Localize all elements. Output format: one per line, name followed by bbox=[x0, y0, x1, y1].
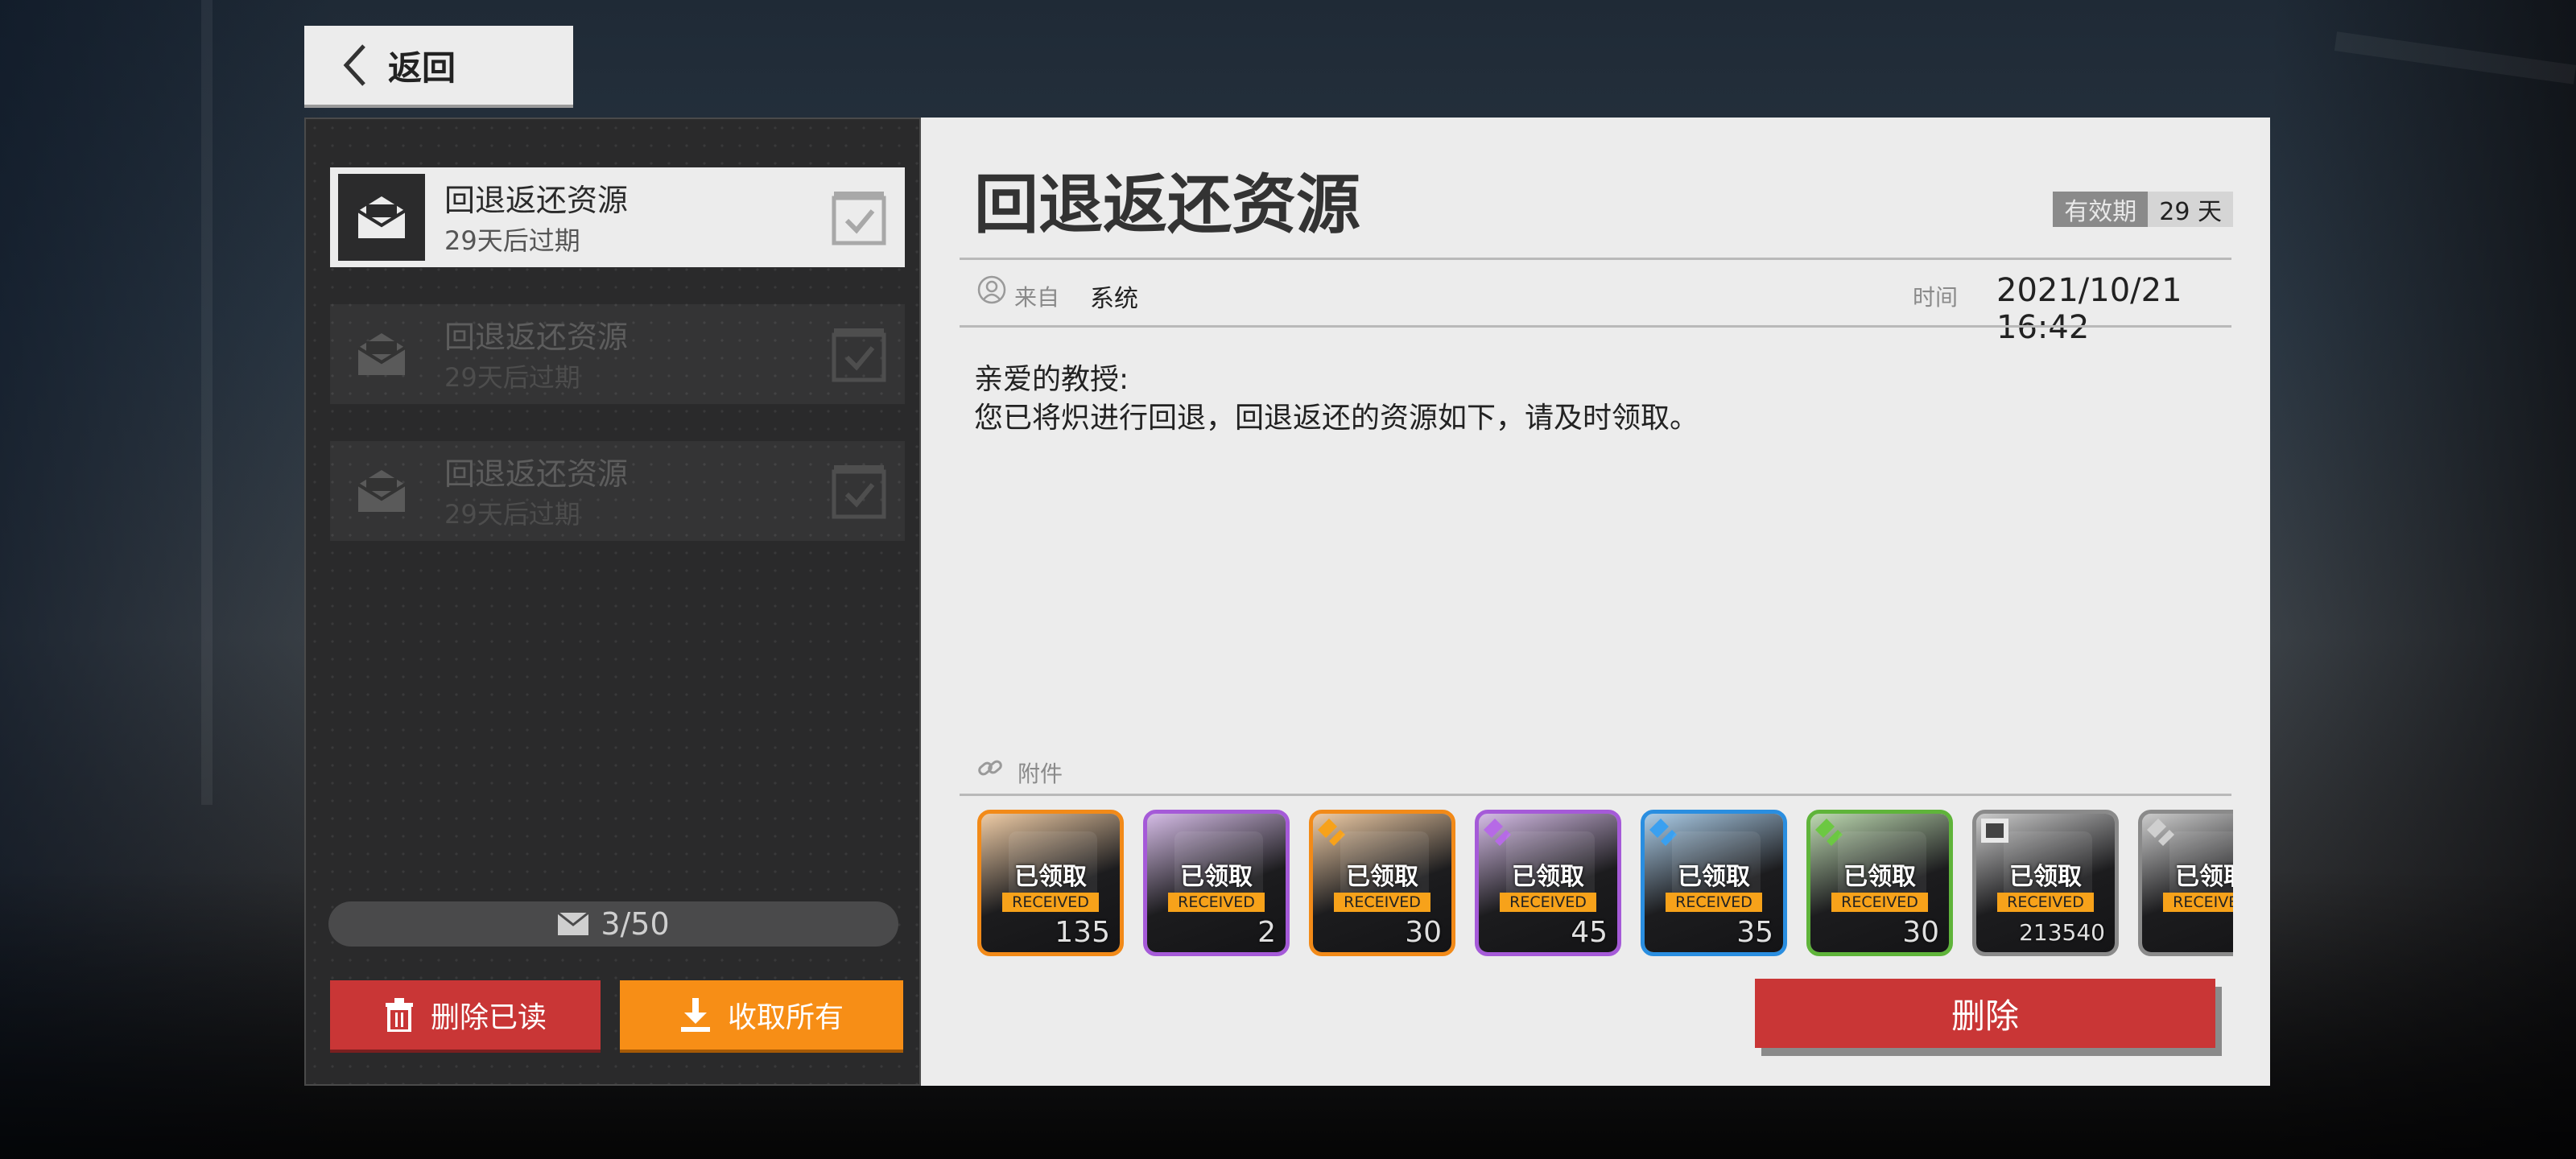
mail-item-title: 回退返还资源 bbox=[444, 456, 629, 492]
received-label-en: RECEIVED bbox=[1997, 893, 2094, 912]
received-label: 已领取 bbox=[1014, 863, 1087, 891]
item-quantity: 135 bbox=[1055, 916, 1110, 949]
received-label: 已领取 bbox=[2009, 863, 2082, 891]
mail-list-item[interactable]: 回退返还资源 29天后过期 bbox=[330, 304, 905, 404]
received-stamp: 已领取 RECEIVED bbox=[1645, 864, 1783, 912]
mail-item-title: 回退返还资源 bbox=[444, 320, 629, 355]
attachment-item[interactable]: 已领取 RECEIVED 30 bbox=[1806, 810, 1953, 956]
delete-read-label: 删除已读 bbox=[430, 1001, 547, 1034]
attachments-row: 已领取 RECEIVED 135 已领取 RECEIVED 2 已领取 RECE… bbox=[977, 810, 2233, 958]
delete-button[interactable]: 删除 bbox=[1755, 979, 2215, 1048]
from-value: 系统 bbox=[1090, 285, 1138, 313]
received-label-en: RECEIVED bbox=[1831, 893, 1928, 912]
divider bbox=[960, 258, 2231, 260]
chevron-left-icon bbox=[343, 44, 365, 86]
received-stamp: 已领取 RECEIVED bbox=[1147, 864, 1286, 912]
open-envelope-icon bbox=[338, 448, 425, 534]
item-quantity: 35 bbox=[1736, 916, 1773, 949]
received-stamp: 已领取 RECEIVED bbox=[1976, 864, 2115, 912]
back-button-label: 返回 bbox=[388, 47, 456, 88]
received-label-en: RECEIVED bbox=[1002, 893, 1099, 912]
attachment-item[interactable]: 已领取 RECEIVED 35 bbox=[1641, 810, 1787, 956]
attachments-label: 附件 bbox=[1018, 761, 1063, 787]
back-button[interactable]: 返回 bbox=[304, 26, 573, 108]
received-label: 已领取 bbox=[1843, 863, 1916, 891]
mail-count: 3/50 bbox=[601, 906, 670, 942]
item-quantity: 2 bbox=[1257, 916, 1276, 949]
user-icon bbox=[977, 275, 1006, 307]
received-label: 已领取 bbox=[2175, 863, 2233, 891]
mail-list-item[interactable]: 回退返还资源 29天后过期 bbox=[330, 441, 905, 541]
received-label: 已领取 bbox=[1512, 863, 1584, 891]
received-label: 已领取 bbox=[1180, 863, 1253, 891]
checkbox-icon bbox=[829, 460, 890, 525]
time-value: 2021/10/21 16:42 bbox=[1996, 272, 2182, 346]
download-icon bbox=[680, 998, 710, 1032]
attachment-item[interactable]: 已领取 RECEIVED bbox=[2138, 810, 2233, 956]
mail-body-text: 您已将炽进行回退，回退返还的资源如下，请及时领取。 bbox=[974, 402, 1699, 435]
attachment-item[interactable]: 已领取 RECEIVED 213540 bbox=[1972, 810, 2119, 956]
item-quantity: 30 bbox=[1405, 916, 1442, 949]
link-icon bbox=[976, 753, 1005, 786]
item-quantity: 45 bbox=[1571, 916, 1608, 949]
from-label: 来自 bbox=[1014, 284, 1060, 311]
received-label-en: RECEIVED bbox=[1168, 893, 1265, 912]
time-label: 时间 bbox=[1913, 284, 1959, 311]
divider bbox=[960, 325, 2231, 328]
item-quantity: 30 bbox=[1902, 916, 1939, 949]
attachment-item[interactable]: 已领取 RECEIVED 135 bbox=[977, 810, 1124, 956]
received-stamp: 已领取 RECEIVED bbox=[1810, 864, 1949, 912]
mail-detail-panel: 回退返还资源 有效期 29 天 来自 系统 时间 2021/10/21 16:4… bbox=[921, 118, 2270, 1086]
received-stamp: 已领取 RECEIVED bbox=[1313, 864, 1451, 912]
received-label: 已领取 bbox=[1346, 863, 1418, 891]
trash-icon bbox=[385, 998, 413, 1032]
received-stamp: 已领取 RECEIVED bbox=[1479, 864, 1617, 912]
delete-read-button[interactable]: 删除已读 bbox=[330, 980, 601, 1053]
received-label-en: RECEIVED bbox=[1334, 893, 1430, 912]
mail-item-expiry: 29天后过期 bbox=[444, 499, 580, 530]
collect-all-button[interactable]: 收取所有 bbox=[620, 980, 903, 1053]
collect-all-label: 收取所有 bbox=[727, 1001, 844, 1034]
item-quantity: 213540 bbox=[2019, 919, 2105, 946]
received-stamp: 已领取 RECEIVED bbox=[2142, 864, 2233, 912]
attachment-item[interactable]: 已领取 RECEIVED 45 bbox=[1475, 810, 1621, 956]
validity-badge: 有效期 29 天 bbox=[2053, 192, 2233, 227]
validity-value: 29 天 bbox=[2148, 192, 2233, 227]
received-stamp: 已领取 RECEIVED bbox=[981, 864, 1120, 912]
mail-body-greeting: 亲爱的教授: bbox=[974, 363, 1129, 396]
received-label-en: RECEIVED bbox=[1666, 893, 1762, 912]
received-label-en: RECEIVED bbox=[1500, 893, 1596, 912]
attachment-item[interactable]: 已领取 RECEIVED 30 bbox=[1309, 810, 1455, 956]
delete-label: 删除 bbox=[1951, 996, 2019, 1036]
received-label: 已领取 bbox=[1678, 863, 1750, 891]
background-pillar bbox=[201, 0, 213, 805]
mail-item-expiry: 29天后过期 bbox=[444, 225, 580, 256]
mail-title: 回退返还资源 bbox=[974, 167, 1360, 242]
mail-list-item[interactable]: 回退返还资源 29天后过期 bbox=[330, 167, 942, 267]
mail-list-panel: 回退返还资源 29天后过期 回退返还资源 29天后过期 回退返还资源 29天后过… bbox=[304, 118, 942, 1086]
received-label-en: RECEIVED bbox=[2163, 893, 2233, 912]
mail-item-expiry: 29天后过期 bbox=[444, 362, 580, 393]
checkbox-icon bbox=[829, 187, 890, 251]
mail-count-bar: 3/50 bbox=[328, 901, 898, 947]
open-envelope-icon bbox=[338, 311, 425, 398]
envelope-icon bbox=[557, 912, 590, 935]
open-envelope-icon bbox=[338, 174, 425, 261]
validity-label: 有效期 bbox=[2053, 192, 2149, 227]
mail-item-title: 回退返还资源 bbox=[444, 183, 629, 218]
divider bbox=[960, 794, 2231, 796]
attachment-item[interactable]: 已领取 RECEIVED 2 bbox=[1143, 810, 1290, 956]
checkbox-icon bbox=[829, 324, 890, 388]
